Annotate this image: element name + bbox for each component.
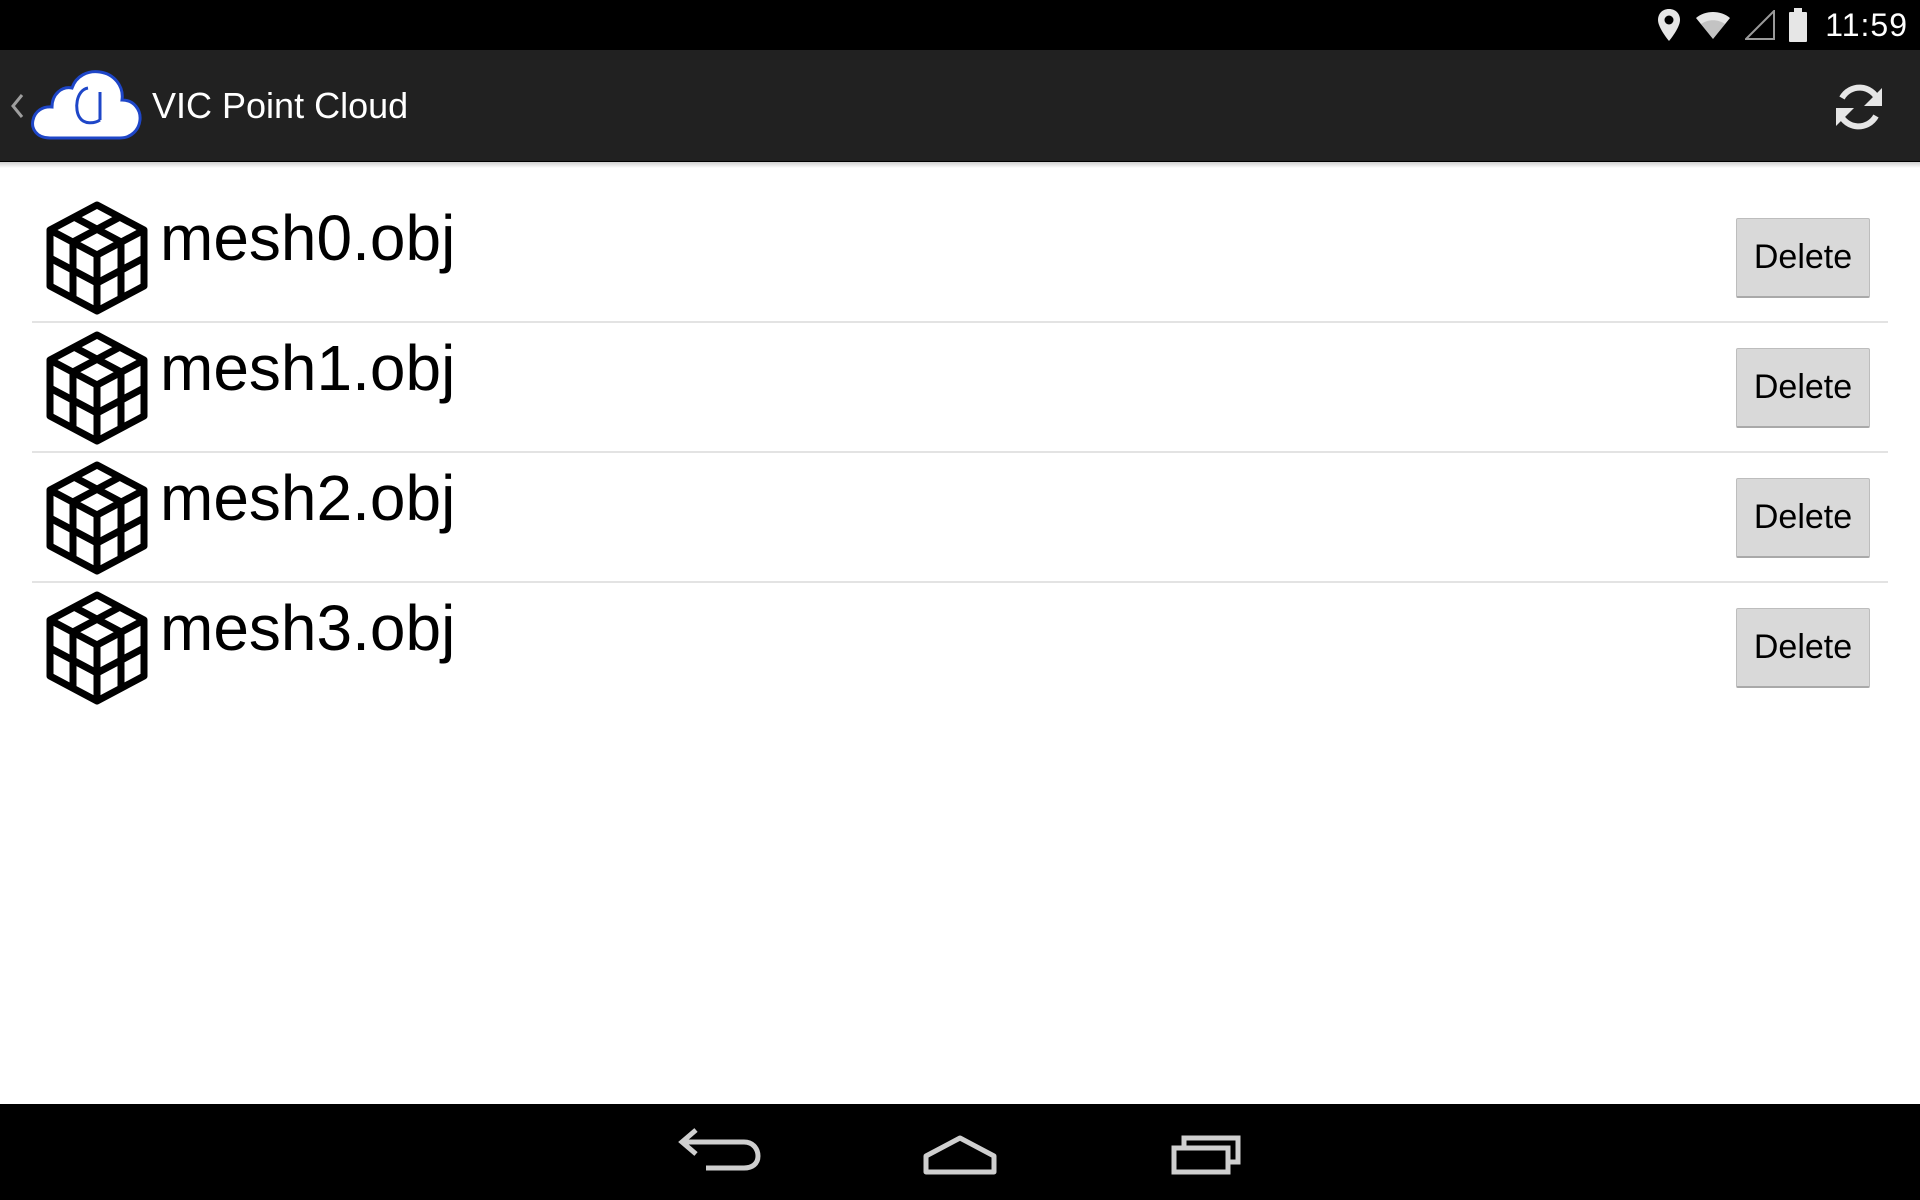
file-name: mesh3.obj <box>160 592 456 664</box>
file-list: mesh0.obj Delete mesh1.obj Delete mesh2.… <box>32 193 1888 713</box>
refresh-button[interactable] <box>1832 80 1886 134</box>
refresh-icon <box>1836 84 1882 130</box>
delete-button[interactable]: Delete <box>1736 218 1870 298</box>
cube-stack-icon <box>46 461 148 575</box>
location-icon <box>1657 8 1681 42</box>
delete-button[interactable]: Delete <box>1736 478 1870 558</box>
file-name: mesh2.obj <box>160 462 456 534</box>
android-screen: 11:59 VIC Point Cloud mesh0.obj Delete m… <box>0 0 1920 1200</box>
back-icon <box>678 1128 761 1171</box>
clock: 11:59 <box>1825 6 1908 43</box>
cell-signal-icon <box>1745 10 1776 40</box>
navigation-bar <box>0 1104 1920 1200</box>
status-bar: 11:59 <box>0 0 1920 50</box>
recents-icon <box>1171 1135 1241 1175</box>
delete-button[interactable]: Delete <box>1736 348 1870 428</box>
app-title: VIC Point Cloud <box>152 85 409 126</box>
action-bar: VIC Point Cloud <box>0 50 1920 162</box>
home-icon <box>923 1135 997 1175</box>
file-list-item[interactable]: mesh1.obj Delete <box>32 323 1888 453</box>
battery-icon <box>1789 8 1808 42</box>
file-name: mesh1.obj <box>160 332 456 404</box>
wifi-icon <box>1695 10 1731 40</box>
file-list-item[interactable]: mesh0.obj Delete <box>32 193 1888 323</box>
status-icons: 11:59 <box>1657 0 1908 50</box>
cube-stack-icon <box>46 331 148 445</box>
chevron-left-icon <box>11 94 24 118</box>
back-button[interactable] <box>666 1120 766 1184</box>
file-list-item[interactable]: mesh2.obj Delete <box>32 453 1888 583</box>
home-button[interactable] <box>910 1120 1010 1184</box>
recents-button[interactable] <box>1156 1120 1256 1184</box>
action-bar-shadow <box>0 162 1920 168</box>
file-name: mesh0.obj <box>160 202 456 274</box>
file-list-item[interactable]: mesh3.obj Delete <box>32 583 1888 713</box>
cube-stack-icon <box>46 591 148 705</box>
up-navigation-button[interactable] <box>0 50 142 162</box>
delete-button[interactable]: Delete <box>1736 608 1870 688</box>
cube-stack-icon <box>46 201 148 315</box>
cloud-logo <box>31 70 142 140</box>
